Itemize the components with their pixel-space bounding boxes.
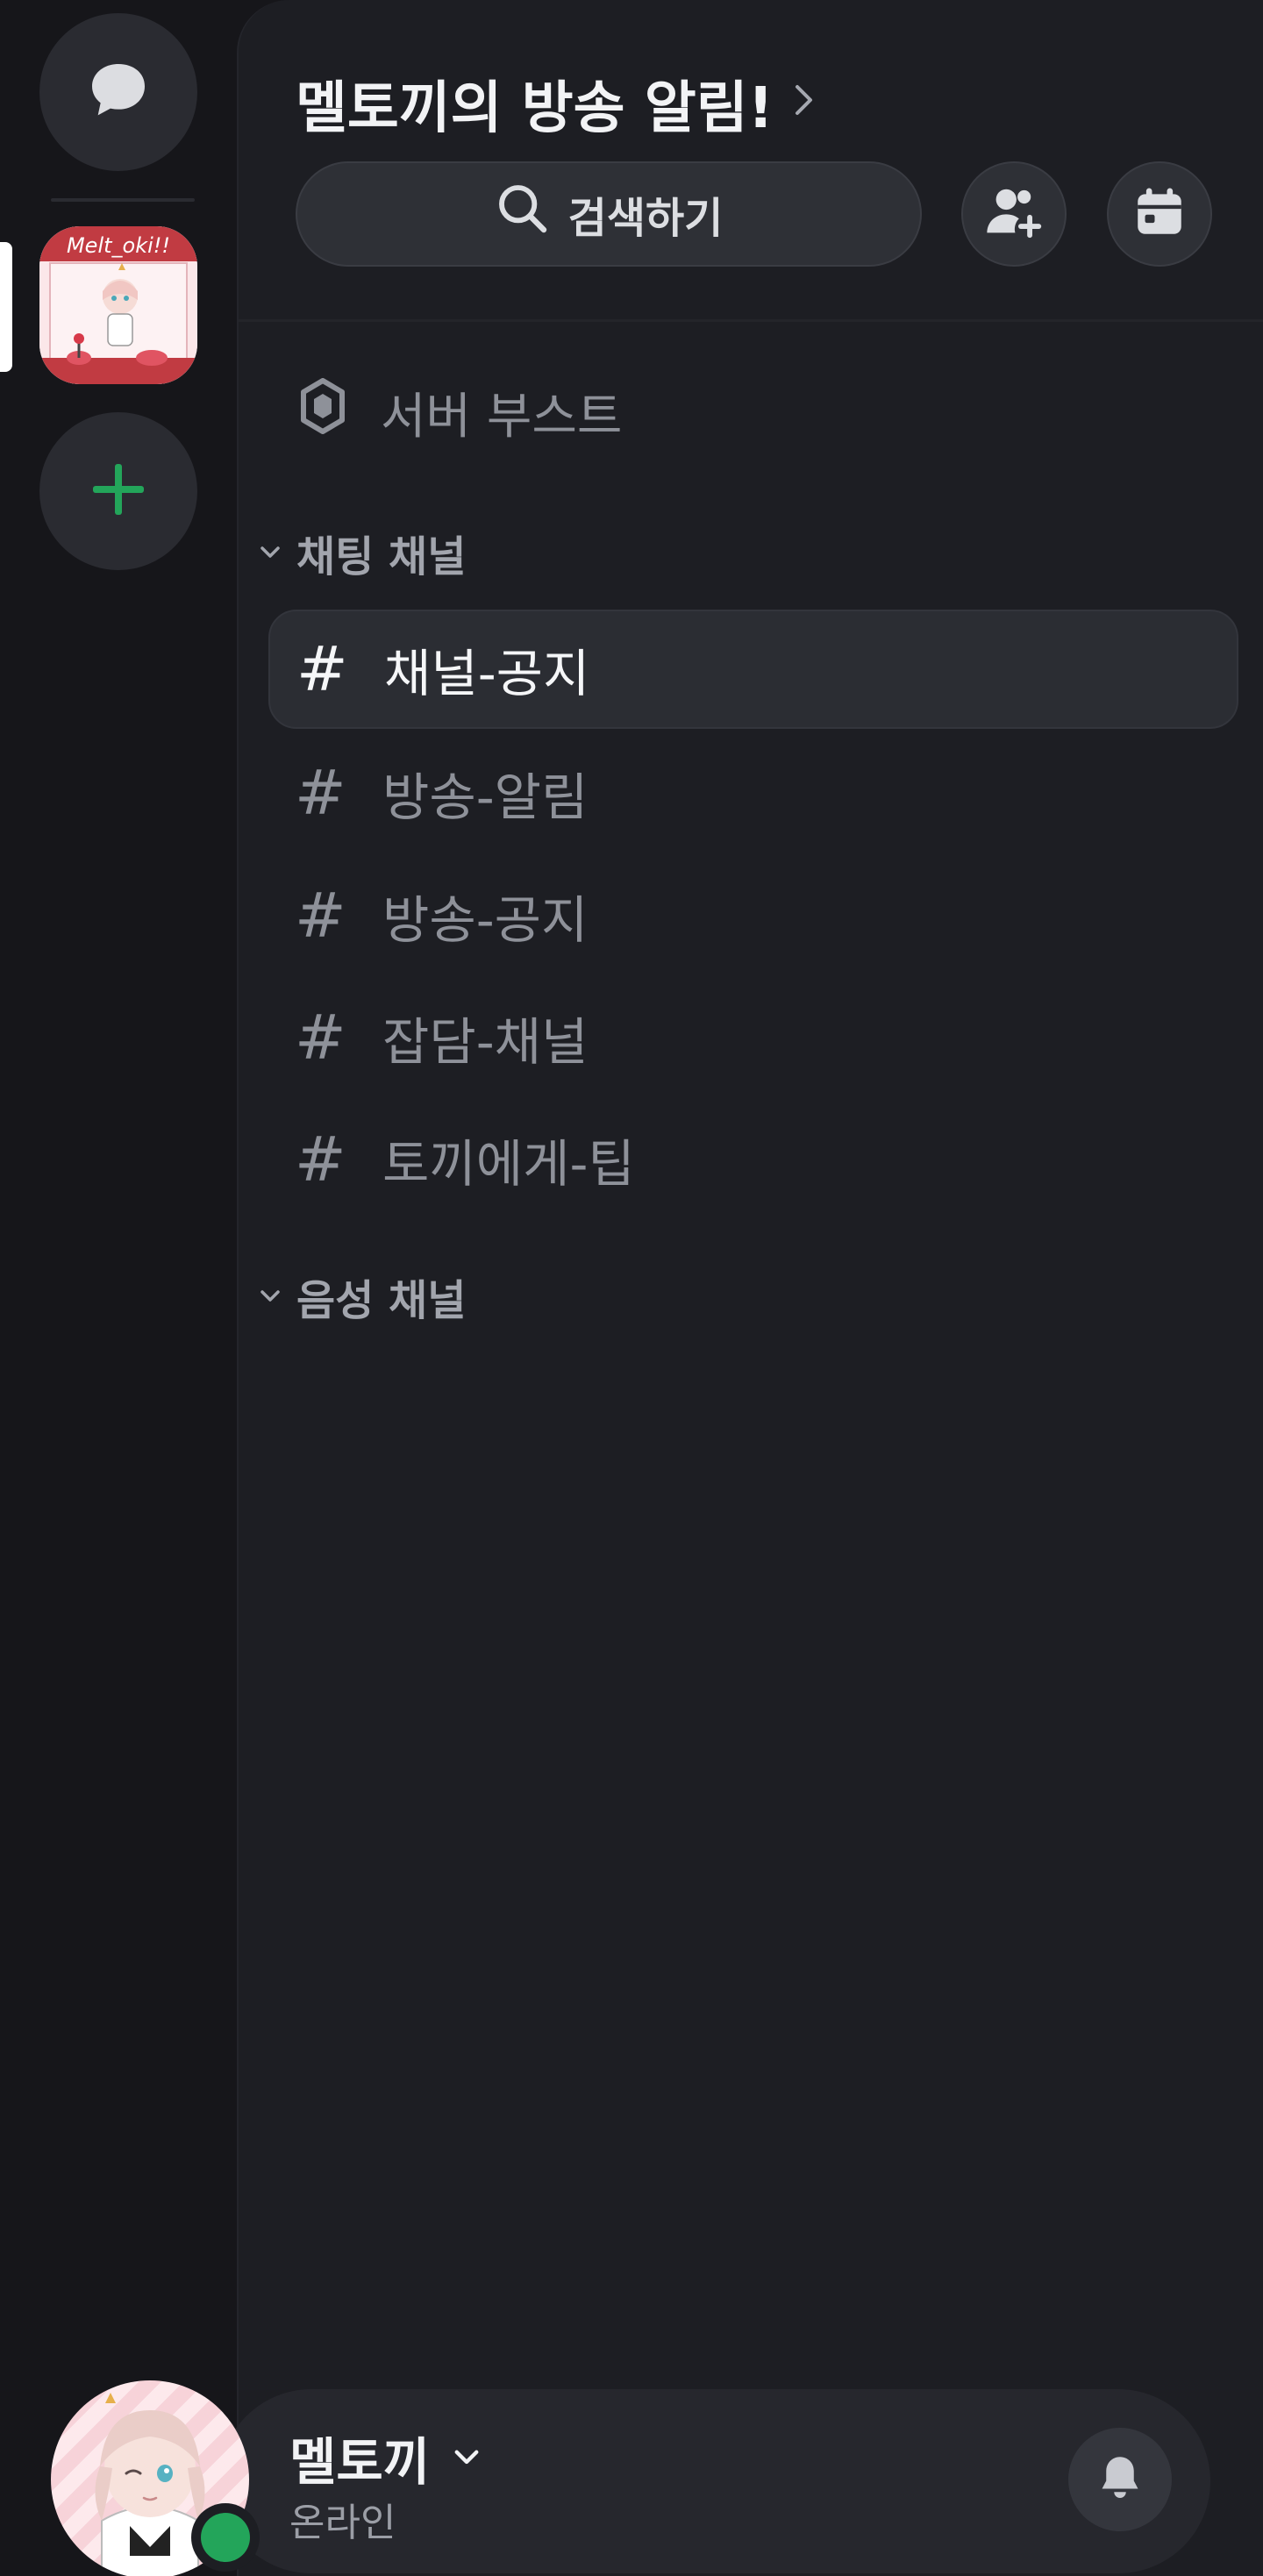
hash-icon: # <box>295 757 346 829</box>
hash-icon: # <box>296 633 348 705</box>
server-title-button[interactable]: 멜토끼의 방송 알림! <box>296 63 816 144</box>
search-icon <box>495 181 551 247</box>
server-icon-melt-toki[interactable]: Melt_oki!! <box>39 226 197 384</box>
add-member-icon <box>983 182 1045 246</box>
user-name: 멜토끼 <box>289 2432 431 2492</box>
user-avatar-button[interactable] <box>51 2380 260 2576</box>
server-boost-button[interactable]: 서버 부스트 <box>300 368 622 456</box>
channel-item-stream-alerts[interactable]: # 방송-알림 <box>268 733 1238 853</box>
chevron-down-icon <box>449 2428 484 2487</box>
invite-members-button[interactable] <box>961 161 1067 267</box>
category-label: 채팅 채널 <box>296 532 467 582</box>
user-name-button[interactable]: 멜토끼 <box>289 2421 484 2494</box>
chevron-right-icon <box>793 79 816 128</box>
user-status-text: 온라인 <box>289 2501 396 2545</box>
chat-bubble-icon <box>83 55 153 129</box>
hash-icon: # <box>295 1124 346 1195</box>
channel-panel: 멜토끼의 방송 알림! 검색하기 서버 부스트 채팅 채널 # 채널-공지 # … <box>237 0 1263 2576</box>
channel-label: 토끼에게-팁 <box>382 1134 635 1194</box>
category-voice-channels[interactable]: 음성 채널 <box>256 1261 466 1331</box>
online-status-indicator <box>191 2503 260 2572</box>
category-chat-channels[interactable]: 채팅 채널 <box>256 517 466 588</box>
app-root: Melt_oki!! 멜토끼의 방송 알림! 검색하기 서버 부스트 채팅 채널… <box>0 0 1263 2576</box>
hash-icon: # <box>295 880 346 952</box>
calendar-icon <box>1131 183 1188 245</box>
chevron-down-icon <box>256 528 284 577</box>
category-label: 음성 채널 <box>296 1276 467 1325</box>
channel-label: 방송-공지 <box>382 890 589 950</box>
channel-item-tips[interactable]: # 토끼에게-팁 <box>268 1100 1238 1219</box>
server-rail: Melt_oki!! <box>0 0 237 2576</box>
hash-icon: # <box>295 1002 346 1074</box>
notifications-button[interactable] <box>1068 2428 1172 2531</box>
chevron-down-icon <box>256 1272 284 1321</box>
boost-gem-icon <box>300 378 346 446</box>
channel-label: 잡담-채널 <box>382 1012 589 1072</box>
channel-item-chat[interactable]: # 잡담-채널 <box>268 978 1238 1097</box>
direct-messages-button[interactable] <box>39 13 197 171</box>
header-divider <box>239 319 1263 322</box>
bell-icon <box>1094 2451 1146 2508</box>
channel-item-stream-notice[interactable]: # 방송-공지 <box>268 856 1238 975</box>
server-icon-text: Melt_oki!! <box>67 233 170 258</box>
add-server-button[interactable] <box>39 412 197 570</box>
selected-server-indicator <box>0 242 12 372</box>
rail-divider <box>51 198 195 202</box>
search-label: 검색하기 <box>567 194 724 243</box>
plus-icon <box>88 459 149 524</box>
server-boost-label: 서버 부스트 <box>381 388 623 446</box>
channel-label: 방송-알림 <box>382 767 589 827</box>
events-button[interactable] <box>1107 161 1212 267</box>
server-title: 멜토끼의 방송 알림! <box>296 76 774 141</box>
channel-label: 채널-공지 <box>384 644 590 703</box>
channel-item-channel-notice[interactable]: # 채널-공지 <box>268 610 1238 729</box>
search-bar[interactable]: 검색하기 <box>296 161 922 267</box>
